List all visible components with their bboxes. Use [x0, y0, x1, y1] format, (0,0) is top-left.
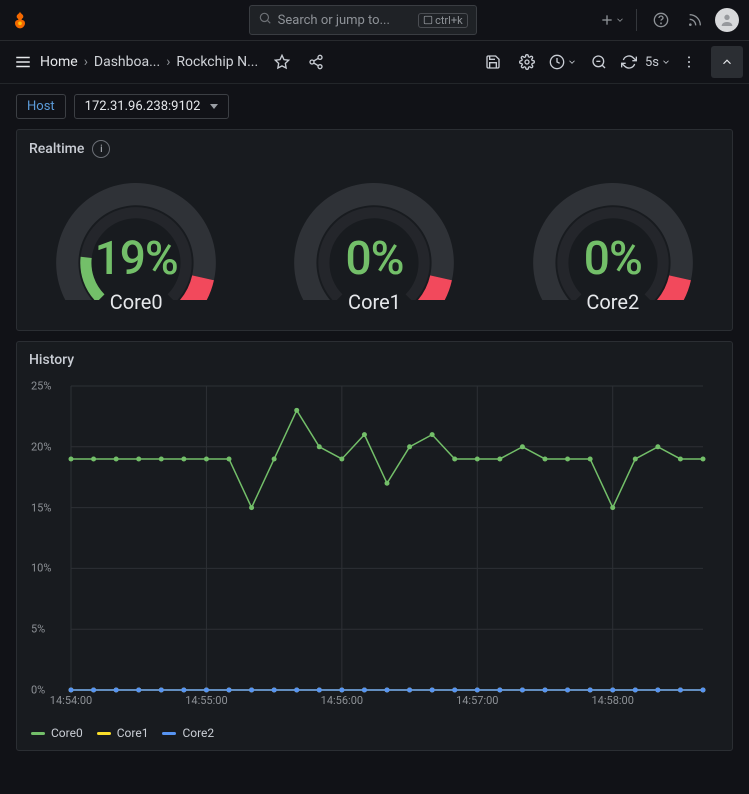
- timerange-button[interactable]: [545, 46, 581, 78]
- rss-button[interactable]: [681, 6, 709, 34]
- y-tick: 25%: [31, 380, 51, 393]
- collapse-button[interactable]: [711, 46, 743, 78]
- help-button[interactable]: [647, 6, 675, 34]
- y-tick: 10%: [31, 562, 51, 575]
- refresh-button[interactable]: [617, 46, 641, 78]
- panel-realtime: Realtime i 19% Core0 0% Core1 0% Core2: [16, 129, 733, 331]
- x-tick: 14:58:00: [591, 694, 633, 707]
- search-placeholder: Search or jump to...: [278, 13, 412, 28]
- gauge-value: 0%: [584, 232, 642, 286]
- user-avatar[interactable]: [715, 8, 739, 32]
- chevron-down-icon[interactable]: [661, 57, 671, 67]
- breadcrumb-home[interactable]: Home: [40, 54, 78, 70]
- panel-title: Realtime: [29, 141, 84, 157]
- x-tick: 14:55:00: [185, 694, 227, 707]
- y-tick: 15%: [31, 501, 51, 514]
- search-shortcut: ctrl+k: [418, 13, 468, 28]
- y-tick: 0%: [31, 684, 45, 697]
- separator: [636, 9, 637, 31]
- gauge-core1: 0% Core1: [274, 170, 474, 314]
- star-button[interactable]: [266, 46, 298, 78]
- add-button[interactable]: [598, 6, 626, 34]
- y-tick: 20%: [31, 440, 51, 453]
- gauge-value: 19%: [95, 232, 178, 286]
- x-tick: 14:57:00: [456, 694, 498, 707]
- y-tick: 5%: [31, 623, 45, 636]
- save-button[interactable]: [477, 46, 509, 78]
- gauge-label: Core0: [110, 290, 163, 314]
- settings-button[interactable]: [511, 46, 543, 78]
- panel-title: History: [29, 352, 74, 368]
- gauge-core0: 19% Core0: [36, 170, 236, 314]
- breadcrumb-dashboards[interactable]: Dashboa...: [94, 54, 160, 70]
- menu-toggle[interactable]: [6, 45, 40, 79]
- more-button[interactable]: [673, 46, 705, 78]
- legend-item-core2[interactable]: Core2: [162, 726, 214, 740]
- gauge-value: 0%: [345, 232, 403, 286]
- share-button[interactable]: [300, 46, 332, 78]
- legend-item-core0[interactable]: Core0: [31, 726, 83, 740]
- legend-item-core1[interactable]: Core1: [97, 726, 149, 740]
- zoomout-button[interactable]: [583, 46, 615, 78]
- breadcrumb: Home › Dashboa... › Rockchip N...: [40, 54, 258, 70]
- var-picker-host[interactable]: 172.31.96.238:9102: [74, 94, 230, 119]
- refresh-interval[interactable]: 5s: [645, 55, 659, 70]
- grafana-logo-icon[interactable]: [10, 10, 30, 30]
- var-label-host: Host: [16, 94, 66, 119]
- gauge-label: Core2: [586, 290, 639, 314]
- panel-history: History 25% 20% 15% 10% 5% 0% 14:54:00 14:55:00…: [16, 341, 733, 751]
- gauge-core2: 0% Core2: [513, 170, 713, 314]
- info-icon[interactable]: i: [92, 140, 110, 158]
- gauge-label: Core1: [348, 290, 401, 314]
- search-icon: [258, 11, 272, 29]
- x-tick: 14:56:00: [321, 694, 363, 707]
- breadcrumb-current[interactable]: Rockchip N...: [176, 54, 258, 70]
- global-search[interactable]: Search or jump to... ctrl+k: [249, 5, 477, 35]
- x-tick: 14:54:00: [50, 694, 92, 707]
